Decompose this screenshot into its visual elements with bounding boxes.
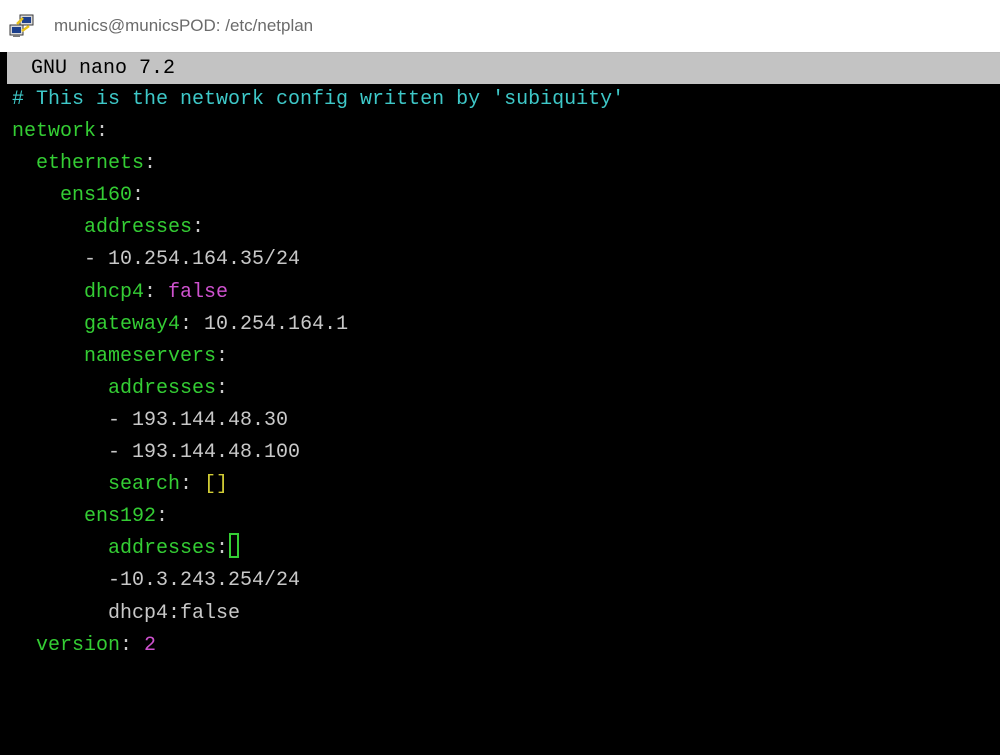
- editor-buffer[interactable]: # This is the network config written by …: [0, 84, 1000, 662]
- line-token-key: ethernets: [36, 152, 145, 176]
- line-token-pink: false: [168, 280, 229, 304]
- line-token-yellow: []: [204, 473, 229, 497]
- editor-line[interactable]: gateway4: 10.254.164.1: [0, 309, 1000, 341]
- line-token-key: addresses: [108, 376, 217, 400]
- line-token-pink: 2: [144, 633, 157, 657]
- line-token-key: addresses: [84, 216, 193, 240]
- line-token-white: :: [120, 633, 145, 657]
- line-token-white: :: [192, 216, 205, 240]
- line-token-white: :: [216, 376, 229, 400]
- line-token-key: ens192: [84, 505, 157, 529]
- editor-line[interactable]: addresses:: [0, 533, 1000, 565]
- editor-line[interactable]: ens160:: [0, 180, 1000, 212]
- editor-line[interactable]: - 193.144.48.100: [0, 437, 1000, 469]
- title-bar[interactable]: munics@municsPOD: /etc/netplan: [0, 0, 1000, 52]
- line-token-white: :: [216, 537, 229, 561]
- line-token-key: ens160: [60, 184, 133, 208]
- editor-line[interactable]: dhcp4:false: [0, 598, 1000, 630]
- editor-line[interactable]: nameservers:: [0, 341, 1000, 373]
- nano-header-bar: GNU nano 7.2: [7, 52, 1000, 84]
- line-token-val: -10.3.243.254/24: [108, 569, 301, 593]
- editor-line[interactable]: - 193.144.48.30: [0, 405, 1000, 437]
- line-token-key: network: [12, 120, 97, 144]
- terminal-window: munics@municsPOD: /etc/netplan GNU nano …: [0, 0, 1000, 755]
- line-token-white: :: [216, 344, 229, 368]
- line-token-key: search: [108, 473, 181, 497]
- editor-line[interactable]: -10.3.243.254/24: [0, 565, 1000, 597]
- line-token-white: :: [156, 505, 169, 529]
- line-token-white: :: [132, 184, 145, 208]
- editor-line[interactable]: # This is the network config written by …: [0, 84, 1000, 116]
- editor-line[interactable]: ens192:: [0, 501, 1000, 533]
- line-token-key: version: [36, 633, 121, 657]
- line-token-white: :: [180, 312, 205, 336]
- line-token-val: - 193.144.48.100: [108, 441, 301, 465]
- editor-line[interactable]: network:: [0, 116, 1000, 148]
- line-token-val: - 10.254.164.35/24: [84, 248, 301, 272]
- line-token-white: :: [144, 152, 157, 176]
- nano-version-label: GNU nano 7.2: [31, 57, 176, 80]
- line-token-white: :: [180, 473, 205, 497]
- line-token-key: addresses: [108, 537, 217, 561]
- line-token-key: gateway4: [84, 312, 181, 336]
- text-cursor: [229, 533, 240, 559]
- editor-line[interactable]: dhcp4: false: [0, 277, 1000, 309]
- editor-line[interactable]: version: 2: [0, 630, 1000, 662]
- line-token-val: - 193.144.48.30: [108, 408, 289, 432]
- editor-line[interactable]: - 10.254.164.35/24: [0, 244, 1000, 276]
- editor-line[interactable]: ethernets:: [0, 148, 1000, 180]
- line-token-val: dhcp4:false: [108, 601, 241, 625]
- line-token-white: :: [144, 280, 169, 304]
- line-token-key: dhcp4: [84, 280, 145, 304]
- editor-line[interactable]: addresses:: [0, 373, 1000, 405]
- putty-icon: [9, 13, 35, 39]
- editor-line[interactable]: addresses:: [0, 212, 1000, 244]
- terminal-area[interactable]: GNU nano 7.2 # This is the network confi…: [0, 52, 1000, 755]
- line-token-key: nameservers: [84, 344, 217, 368]
- editor-line[interactable]: search: []: [0, 469, 1000, 501]
- line-token-val: 10.254.164.1: [204, 312, 349, 336]
- line-token-comment: # This is the network config written by …: [12, 88, 625, 111]
- window-title: munics@municsPOD: /etc/netplan: [54, 16, 314, 35]
- line-token-white: :: [96, 120, 109, 144]
